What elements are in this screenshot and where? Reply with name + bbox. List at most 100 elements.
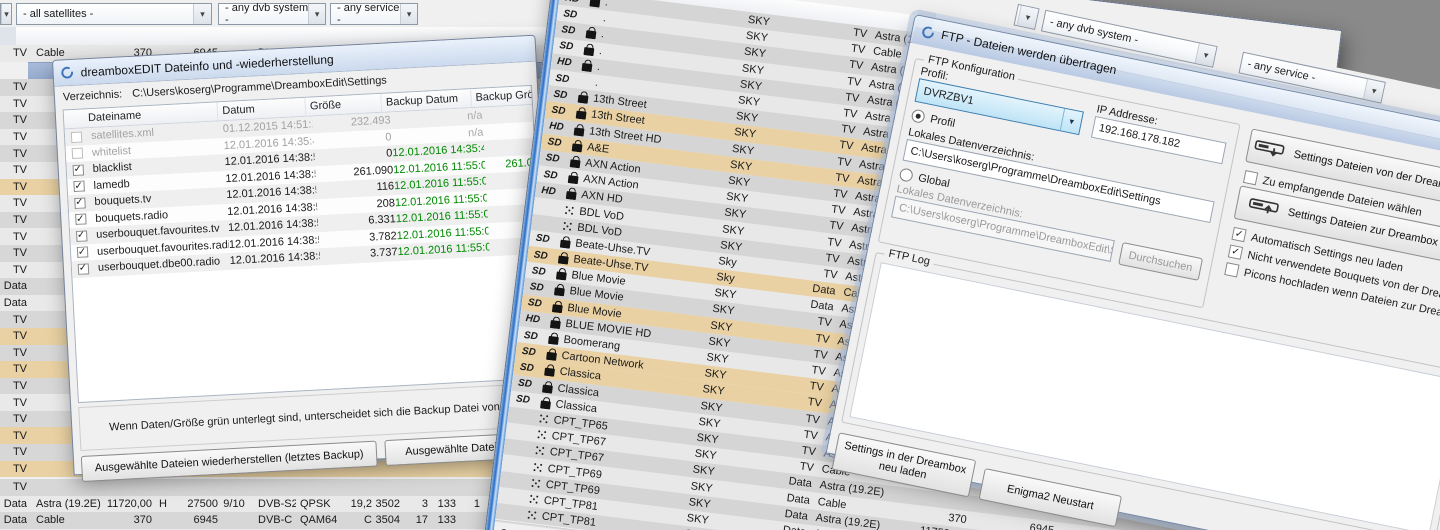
column-header-backup-groesse[interactable]: Backup Größe [471, 86, 532, 107]
service-filter-dropdown[interactable]: - any service - ▾ [330, 3, 418, 25]
cell-typ: TV [0, 397, 30, 409]
file-checkbox[interactable] [77, 263, 89, 275]
crypt-icon-wrap [559, 204, 580, 216]
cell-typ: TV [0, 114, 30, 126]
cell-typ2: 1 [456, 498, 480, 510]
file-checkbox-wrap [65, 131, 88, 143]
dreamboxedit-app-icon [59, 65, 75, 81]
lock-icon [550, 320, 561, 329]
sd-hd-badge: HD [535, 184, 562, 198]
lock-icon [560, 240, 571, 249]
file-checkbox-wrap [69, 213, 92, 225]
lock-icon [558, 256, 569, 265]
backup-note-text: Wenn Daten/Größe grün unterlegt sind, un… [109, 400, 519, 433]
lock-icon [534, 445, 545, 456]
cell-typ: TV [0, 314, 30, 326]
cell-datum: 12.01.2016 14:38:55 [229, 251, 320, 268]
cell-modul: QPSK [296, 498, 340, 510]
sd-hd-badge [498, 495, 524, 498]
file-checkbox[interactable] [76, 247, 88, 259]
sd-hd-badge: SD [545, 104, 572, 118]
sd-hd-badge [506, 431, 532, 434]
chevron-down-icon: ▾ [400, 4, 417, 24]
cell-backup-datum: 12.01.2016 11:55:00 [397, 242, 490, 259]
service-filter-value: - any service - [337, 2, 400, 26]
lock-icon [585, 31, 596, 40]
file-rows: satellites.xml 01.12.2015 14:51:11 232.4… [65, 105, 540, 278]
cell-symb: 6945 [174, 514, 218, 526]
sd-hd-badge: SD [547, 88, 574, 102]
file-checkbox[interactable] [72, 164, 84, 176]
lock-icon [532, 461, 543, 472]
radio-dot [899, 167, 914, 182]
chevron-down-icon: ▾ [1, 4, 11, 24]
cell-freq: 370 [104, 514, 152, 526]
cell-typ: TV [0, 463, 30, 475]
file-checkbox[interactable] [70, 131, 82, 143]
cell-typ: TV [0, 330, 30, 342]
cell-satellit: Cable [30, 514, 104, 526]
lock-icon [566, 191, 577, 200]
crypt-icon-wrap [563, 171, 584, 185]
lock-icon [576, 111, 587, 120]
cell-groesse: 232.493 [312, 115, 391, 131]
bouquet-filter-dropdown-partial[interactable]: ▾ [0, 3, 12, 25]
crypt-icon-wrap [541, 347, 562, 361]
lock-icon [574, 127, 585, 136]
radio-dot [911, 109, 926, 124]
cell-typ: TV [0, 197, 30, 209]
crypt-icon-wrap [579, 42, 600, 56]
crypt-icon-wrap [577, 58, 598, 72]
file-checkbox[interactable] [75, 214, 87, 226]
lock-icon [578, 95, 589, 104]
file-checkbox[interactable] [74, 197, 86, 209]
cell-typ: TV [0, 231, 30, 243]
crypt-icon-wrap [531, 429, 552, 441]
sd-hd-badge: SD [517, 329, 544, 343]
file-checkbox[interactable] [75, 230, 87, 242]
crypt-icon-wrap [529, 445, 550, 457]
chevron-down-icon: ▾ [1060, 109, 1083, 134]
crypt-icon-wrap [569, 122, 590, 136]
fileinfo-dialog: dreamboxEDIT Dateinfo und -wiederherstel… [52, 35, 557, 476]
cell-typ: TV [0, 98, 30, 110]
cell-typ: TV [0, 363, 30, 375]
cell-groesse: 6.331 [318, 213, 397, 229]
sd-hd-badge [502, 463, 528, 466]
file-checkbox[interactable] [73, 181, 85, 193]
sd-hd-badge: SD [537, 168, 564, 182]
crypt-icon-wrap [533, 413, 554, 425]
file-checkbox[interactable] [71, 148, 83, 160]
cell-typ: TV [0, 131, 30, 143]
crypt-icon-wrap [571, 106, 592, 120]
crypt-icon-wrap [561, 187, 582, 201]
satellite-filter-dropdown-partial[interactable]: ▾ [1013, 4, 1039, 30]
cell-dateiname: userbouquet.dbe00.radio [94, 255, 230, 274]
cell-nid: 133 [428, 498, 456, 510]
cell-pos: 19,2 [340, 498, 372, 510]
dreambox-download-icon [1253, 139, 1286, 161]
sd-hd-badge: HD [543, 120, 570, 134]
chevron-down-icon: ▾ [1195, 43, 1217, 66]
file-checkbox-wrap [68, 197, 91, 209]
sd-hd-badge: SD [529, 232, 556, 246]
lock-icon [544, 368, 555, 377]
cell-typ: Data [0, 498, 30, 510]
cell-groesse: 3.737 [319, 246, 398, 262]
crypt-icon-wrap [567, 139, 588, 153]
lock-icon [528, 494, 539, 505]
cell-typ: TV [0, 181, 30, 193]
column-header[interactable] [15, 27, 16, 45]
dvb-system-filter-dropdown[interactable]: - any dvb system - ▾ [218, 3, 326, 25]
cell-pos: C [340, 514, 372, 526]
sd-hd-badge: SD [553, 39, 580, 53]
cell-typ: TV [0, 148, 30, 160]
satellite-filter-dropdown[interactable]: - all satellites - ▾ [16, 3, 212, 25]
lock-icon [552, 304, 563, 313]
sd-hd-badge: SD [555, 23, 582, 37]
cell-sid: 3504 [372, 514, 400, 526]
cell-pol [969, 504, 993, 507]
sd-hd-badge: SD [541, 136, 568, 150]
dvb-system-filter-value: - any dvb system - [225, 2, 308, 26]
crypt-icon-wrap [580, 26, 601, 40]
